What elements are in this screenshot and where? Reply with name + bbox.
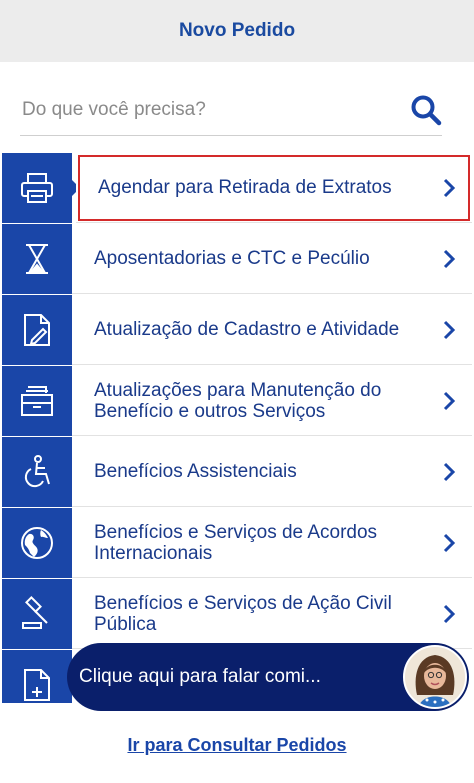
search-icon bbox=[411, 95, 442, 125]
service-label-box: Aposentadorias e CTC e Pecúlio bbox=[72, 224, 472, 294]
service-icon-box bbox=[2, 366, 80, 436]
archive-box-icon bbox=[21, 386, 53, 416]
printer-icon bbox=[21, 173, 53, 203]
globe-icon bbox=[21, 527, 53, 559]
service-icon-box bbox=[2, 650, 80, 703]
search-input[interactable] bbox=[20, 87, 398, 132]
service-icon-box bbox=[2, 437, 80, 507]
wheelchair-icon bbox=[24, 455, 50, 488]
chevron-right-icon bbox=[443, 533, 456, 552]
service-label: Benefícios e Serviços de Acordos Interna… bbox=[94, 521, 378, 564]
service-label-box: Benefícios Assistenciais bbox=[72, 437, 472, 507]
service-label: Aposentadorias e CTC e Pecúlio bbox=[94, 248, 370, 269]
assistant-portrait-icon bbox=[405, 647, 465, 707]
search-bar bbox=[20, 84, 442, 136]
service-label: Benefícios Assistenciais bbox=[94, 461, 297, 482]
chevron-right-icon bbox=[443, 462, 456, 481]
hourglass-icon bbox=[26, 244, 48, 274]
service-icon-box bbox=[2, 579, 80, 649]
service-item-acordos-internacionais[interactable]: Benefícios e Serviços de Acordos Interna… bbox=[2, 508, 472, 578]
service-item-acao-civil-publica[interactable]: Benefícios e Serviços de Ação Civil Públ… bbox=[2, 579, 472, 649]
service-label: Atualizações para Manutenção do Benefíci… bbox=[94, 379, 382, 422]
service-icon-box bbox=[2, 224, 80, 294]
service-label: Agendar para Retirada de Extratos bbox=[98, 177, 392, 198]
service-icon-box bbox=[2, 295, 80, 365]
service-label-box: Atualização de Cadastro e Atividade bbox=[72, 295, 472, 365]
consultar-pedidos-link[interactable]: Ir para Consultar Pedidos bbox=[127, 735, 346, 755]
service-item-atualizacoes-manutencao[interactable]: Atualizações para Manutenção do Benefíci… bbox=[2, 366, 472, 436]
search-button[interactable] bbox=[398, 88, 442, 132]
document-add-icon bbox=[24, 669, 50, 701]
service-item-atualizacao-cadastro[interactable]: Atualização de Cadastro e Atividade bbox=[2, 295, 472, 365]
chevron-right-icon bbox=[443, 391, 456, 410]
service-icon-box bbox=[2, 508, 80, 578]
chat-bubble-text: Clique aqui para falar comi... bbox=[79, 666, 321, 687]
footer: Ir para Consultar Pedidos bbox=[0, 735, 474, 756]
service-label-box: Atualizações para Manutenção do Benefíci… bbox=[72, 366, 472, 436]
service-label-box: Benefícios e Serviços de Acordos Interna… bbox=[72, 508, 472, 578]
service-label-box: Agendar para Retirada de Extratos bbox=[76, 153, 472, 223]
service-item-aposentadorias[interactable]: Aposentadorias e CTC e Pecúlio bbox=[2, 224, 472, 294]
service-item-beneficios-assistenciais[interactable]: Benefícios Assistenciais bbox=[2, 437, 472, 507]
service-label-box: Benefícios e Serviços de Ação Civil Públ… bbox=[72, 579, 472, 649]
service-label: Atualização de Cadastro e Atividade bbox=[94, 319, 400, 340]
page-title: Novo Pedido bbox=[178, 20, 296, 41]
chevron-right-icon bbox=[443, 249, 456, 268]
chevron-right-icon bbox=[443, 604, 456, 623]
assistant-avatar[interactable] bbox=[403, 645, 467, 709]
service-item-agendar-extratos[interactable]: Agendar para Retirada de Extratos bbox=[2, 153, 472, 223]
service-list: Agendar para Retirada de Extratos Aposen… bbox=[2, 153, 472, 703]
service-icon-box bbox=[2, 153, 80, 223]
service-label: Benefícios e Serviços de Ação Civil Públ… bbox=[94, 592, 392, 635]
app-header: Novo Pedido bbox=[0, 0, 474, 62]
document-edit-icon bbox=[24, 314, 50, 346]
chevron-right-icon bbox=[443, 320, 456, 339]
gavel-icon bbox=[22, 596, 48, 629]
chat-assistant-bubble[interactable]: Clique aqui para falar comi... bbox=[67, 643, 469, 711]
chevron-right-icon bbox=[443, 178, 456, 197]
